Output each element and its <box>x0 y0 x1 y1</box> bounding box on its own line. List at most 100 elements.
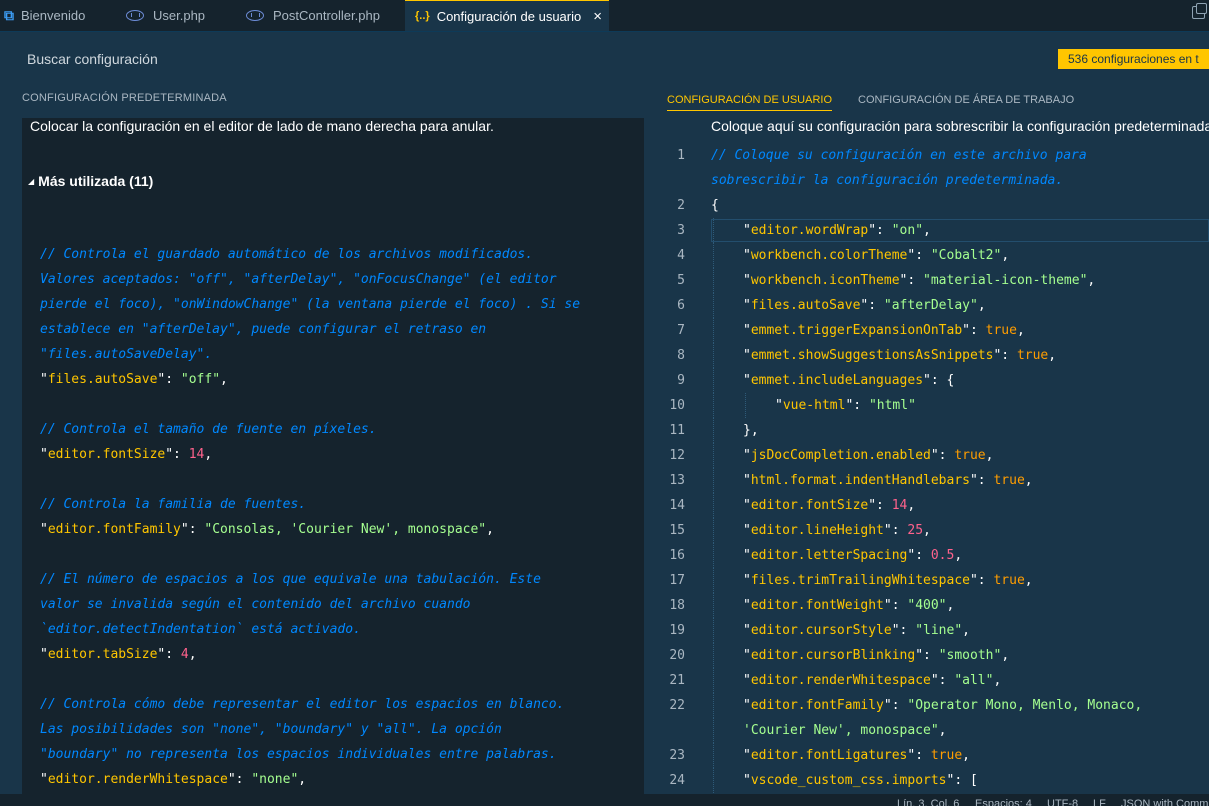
setting-key: editor.cursorStyle <box>750 623 892 638</box>
code-comment-line: // Controla el guardado automático de lo… <box>40 242 533 267</box>
code-setting-line: "html.format.indentHandlebars": true, <box>743 468 1033 493</box>
indent-guide <box>713 218 714 243</box>
code-comment: "boundary" no representa los espacios in… <box>40 747 557 762</box>
code-punct: ": <box>157 372 181 387</box>
code-punct: , <box>1001 248 1010 263</box>
code-punct: , <box>1087 273 1096 288</box>
code-punct: " <box>743 623 751 638</box>
status-encoding[interactable]: UTF-8 <box>1047 798 1078 806</box>
tab-postcontroller-php[interactable]: PostController.php <box>246 0 396 31</box>
code-punct: ": <box>923 373 947 388</box>
code-punct: , <box>985 448 994 463</box>
setting-value: true <box>993 473 1025 488</box>
code-string-continuation: 'Courier New', monospace", <box>743 718 947 743</box>
code-comment: // Controla el guardado automático de lo… <box>40 247 534 262</box>
setting-key: jsDocCompletion.enabled <box>750 448 931 463</box>
code-setting-line: "files.trimTrailingWhitespace": true, <box>743 568 1033 593</box>
search-settings-input[interactable] <box>17 44 611 74</box>
settings-count-badge: 536 configuraciones en t <box>1058 49 1209 69</box>
indent-guide <box>713 493 714 518</box>
setting-value: "on" <box>891 223 924 238</box>
code-punct: , <box>954 548 963 563</box>
tab-workspace-settings[interactable]: CONFIGURACIÓN DE ÁREA DE TRABAJO <box>858 94 1074 106</box>
code-punct: " <box>743 448 751 463</box>
line-number: 5 <box>677 273 685 288</box>
indent-guide <box>713 568 714 593</box>
setting-key: editor.fontWeight <box>750 598 884 613</box>
code-punct: , <box>946 598 955 613</box>
code-punct: , <box>188 647 197 662</box>
code-punct: ": <box>915 648 939 663</box>
code-setting-line: "workbench.iconTheme": "material-icon-th… <box>743 268 1095 293</box>
code-punct: ": <box>227 772 252 787</box>
setting-value: "line" <box>915 623 963 638</box>
close-icon[interactable]: × <box>593 8 602 25</box>
code-punct: " <box>743 373 751 388</box>
code-punct: " <box>743 498 751 513</box>
tab-user-php[interactable]: User.php <box>126 0 236 31</box>
indent-guide <box>713 593 714 618</box>
setting-key: vue-html <box>782 398 846 413</box>
indent-guide <box>713 743 714 768</box>
line-number: 6 <box>677 298 685 313</box>
code-comment: // Controla cómo debe representar el edi… <box>40 697 565 712</box>
line-number: 3 <box>677 223 685 238</box>
user-settings-description: Coloque aquí su configuración para sobre… <box>711 118 1209 134</box>
setting-key: editor.letterSpacing <box>750 548 908 563</box>
tab-label: Bienvenido <box>21 8 86 23</box>
indent-guide <box>713 643 714 668</box>
code-punct: " <box>40 447 48 462</box>
code-comment-line: Valores aceptados: "off", "afterDelay", … <box>40 267 557 292</box>
setting-value: 4 <box>180 647 189 662</box>
code-comment-line: establece en "afterDelay", puede configu… <box>40 317 486 342</box>
code-punct: , <box>1048 348 1057 363</box>
code-punct: ": <box>930 673 955 688</box>
code-punct: " <box>743 698 751 713</box>
line-number: 21 <box>669 673 685 688</box>
vscode-logo-icon: ⧉ <box>4 7 14 23</box>
code-punct: , <box>938 723 947 738</box>
tab-user-settings[interactable]: CONFIGURACIÓN DE USUARIO <box>667 94 833 111</box>
setting-key: editor.renderWhitespace <box>47 772 228 787</box>
code-punct: " <box>40 372 48 387</box>
code-punct: }, <box>743 423 759 438</box>
line-number: 18 <box>669 598 685 613</box>
code-setting-line: "emmet.triggerExpansionOnTab": true, <box>743 318 1025 343</box>
code-punct: " <box>743 773 751 788</box>
setting-value: "afterDelay" <box>883 298 978 313</box>
code-punct: " <box>743 748 751 763</box>
pane-divider <box>634 118 644 794</box>
code-punct: ": <box>969 473 994 488</box>
setting-key: workbench.colorTheme <box>750 248 908 263</box>
code-punct: , <box>907 498 916 513</box>
setting-key: editor.wordWrap <box>750 223 869 238</box>
code-setting-line: "editor.fontWeight": "400", <box>743 593 954 618</box>
status-language[interactable]: JSON with Comm <box>1121 798 1208 806</box>
tab-label: Configuración de usuario <box>436 8 582 24</box>
user-settings-editor[interactable]: 1 // Coloque su configuración en este arc… <box>644 143 1209 794</box>
status-cursor-position[interactable]: Lín. 3, Col. 6 <box>897 798 959 806</box>
line-number: 16 <box>669 548 685 563</box>
php-icon <box>246 10 264 21</box>
status-indentation[interactable]: Espacios: 4 <box>975 798 1032 806</box>
line-number <box>644 718 685 743</box>
setting-key: emmet.showSuggestionsAsSnippets <box>750 348 994 363</box>
indent-guide <box>713 318 714 343</box>
code-punct: , <box>298 772 307 787</box>
code-comment-line: "files.autoSaveDelay". <box>40 342 212 367</box>
code-punct: ": <box>868 223 892 238</box>
tab-configuracion-usuario[interactable]: {..} Configuración de usuario × <box>405 0 609 31</box>
setting-value: 25 <box>907 523 924 538</box>
code-punct: { <box>711 198 719 213</box>
setting-value: { <box>946 373 955 388</box>
code-punct: " <box>743 323 751 338</box>
code-punct-line: }, <box>743 418 759 443</box>
status-eol[interactable]: LF <box>1093 798 1106 806</box>
setting-value: "material-icon-theme" <box>923 273 1088 288</box>
section-most-used[interactable]: ◢ Más utilizada (11) <box>28 173 153 189</box>
setting-key: editor.lineHeight <box>750 523 884 538</box>
tab-bienvenido[interactable]: ⧉ Bienvenido <box>0 0 116 31</box>
open-settings-json-icon[interactable] <box>1192 3 1207 19</box>
code-comment: "files.autoSaveDelay". <box>40 347 213 362</box>
code-comment-line: "boundary" no representa los espacios in… <box>40 742 557 767</box>
